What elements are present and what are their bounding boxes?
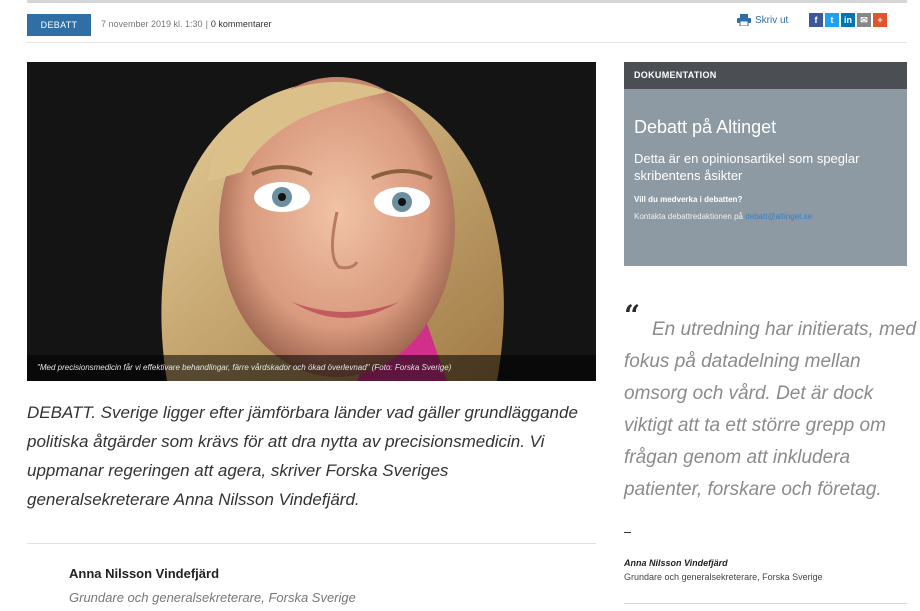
author-name: Anna Nilsson Vindefjärd bbox=[69, 566, 220, 581]
documentation-box: DOKUMENTATION Debatt på Altinget Detta ä… bbox=[624, 62, 907, 266]
quote-divider bbox=[624, 603, 907, 604]
lead-divider bbox=[27, 543, 596, 544]
quote-dash bbox=[624, 532, 631, 533]
documentation-title: Debatt på Altinget bbox=[634, 117, 777, 137]
article-lead: DEBATT. Sverige ligger efter jämförbara … bbox=[27, 403, 578, 509]
meta-divider bbox=[27, 42, 907, 43]
comments-link[interactable]: 0 kommentarer bbox=[211, 19, 272, 29]
photo-caption: "Med precisionsmedicin får vi effektivar… bbox=[27, 355, 596, 381]
top-border bbox=[27, 0, 907, 3]
quote-author: Anna Nilsson Vindefjärd bbox=[624, 558, 728, 568]
portrait-photo bbox=[27, 62, 596, 381]
print-label: Skriv ut bbox=[755, 14, 789, 26]
article-meta-bar: DEBATT 7 november 2019 kl. 1:30 | 0 kommen… bbox=[27, 10, 907, 40]
share-buttons: f t in ✉ + bbox=[809, 13, 887, 27]
meta-separator: | bbox=[205, 19, 208, 29]
documentation-header: DOKUMENTATION bbox=[624, 62, 907, 89]
print-button[interactable]: Skriv ut bbox=[737, 14, 788, 26]
hero-photo: "Med precisionsmedicin får vi effektivar… bbox=[27, 62, 596, 381]
article-date-line: 7 november 2019 kl. 1:30 | 0 kommentarer bbox=[101, 19, 271, 29]
category-badge[interactable]: DEBATT bbox=[27, 14, 91, 36]
contact-email-link[interactable]: debatt@altinget.se bbox=[745, 212, 812, 221]
mail-share-icon[interactable]: ✉ bbox=[857, 13, 871, 27]
documentation-subtitle: Detta är en opinionsartikel som speglar … bbox=[634, 151, 860, 183]
author-title: Grundare och generalsekreterare, Forska … bbox=[69, 590, 356, 605]
documentation-question: Vill du medverka i debatten? bbox=[634, 195, 743, 204]
printer-icon bbox=[737, 14, 751, 26]
documentation-contact: Kontakta debattredaktionen på debatt@alt… bbox=[634, 212, 812, 221]
twitter-share-icon[interactable]: t bbox=[825, 13, 839, 27]
quote-author-role: Grundare och generalsekreterare, Forska … bbox=[624, 572, 823, 582]
linkedin-share-icon[interactable]: in bbox=[841, 13, 855, 27]
publish-date: 7 november 2019 kl. 1:30 bbox=[101, 19, 203, 29]
contact-text: Kontakta debattredaktionen på bbox=[634, 212, 746, 221]
pull-quote: En utredning har initierats, med fokus p… bbox=[624, 319, 917, 500]
facebook-share-icon[interactable]: f bbox=[809, 13, 823, 27]
more-share-icon[interactable]: + bbox=[873, 13, 887, 27]
